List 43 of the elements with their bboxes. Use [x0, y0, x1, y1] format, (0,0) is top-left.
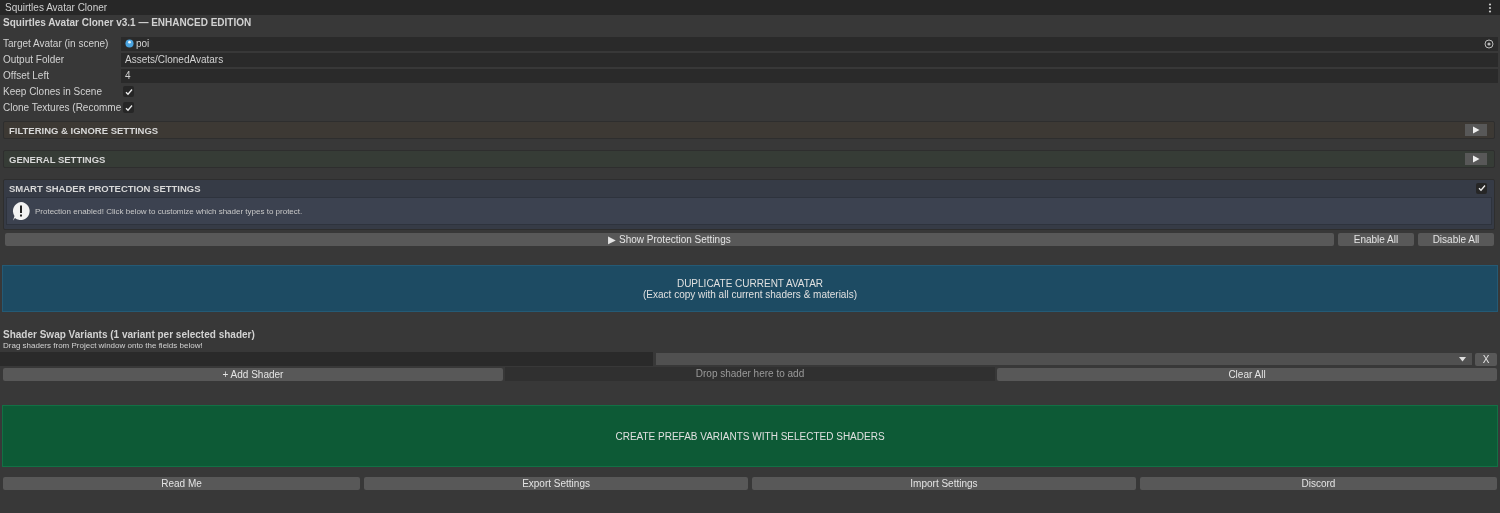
avatar-icon [125, 39, 134, 48]
enable-all-button[interactable]: Enable All [1338, 233, 1414, 246]
field-label: Clone Textures (Recomme [2, 102, 121, 113]
text-field[interactable]: Assets/ClonedAvatars [121, 52, 1498, 67]
checkbox[interactable] [123, 86, 134, 97]
more-menu-icon[interactable] [1488, 2, 1492, 13]
disable-all-button[interactable]: Disable All [1418, 233, 1494, 246]
field-label: Offset Left [2, 70, 50, 81]
footer-button[interactable]: Export Settings [364, 477, 748, 490]
field-label: Keep Clones in Scene [2, 86, 103, 97]
panel-header: Squirtles Avatar Cloner v3.1 — ENHANCED EDITION [2, 16, 253, 30]
field-label: Target Avatar (in scene) [2, 38, 110, 49]
clear-all-button[interactable]: Clear All [997, 367, 1497, 381]
foldout-header[interactable]: FILTERING & IGNORE SETTINGS [3, 121, 1495, 139]
foldout-header[interactable]: GENERAL SETTINGS [3, 150, 1495, 168]
object-picker-icon[interactable] [1484, 38, 1494, 49]
play-icon [1472, 126, 1480, 134]
window-title: Squirtles Avatar Cloner [5, 2, 108, 13]
object-field[interactable]: poi [121, 36, 1498, 51]
message-text: Protection enabled! Click below to customize which shader types to protect. [35, 206, 303, 216]
play-icon [1472, 155, 1480, 163]
dropdown-arrow-icon [1459, 356, 1466, 362]
checkbox[interactable] [123, 102, 134, 113]
section-title: GENERAL SETTINGS [9, 153, 106, 165]
footer-button[interactable]: Discord [1139, 477, 1497, 490]
footer-button[interactable]: Import Settings [752, 477, 1136, 490]
section-title: FILTERING & IGNORE SETTINGS [9, 124, 159, 136]
section-title: Shader Swap Variants (1 variant per selected shader) [3, 329, 256, 341]
add-shader-button[interactable]: + Add Shader [3, 367, 503, 381]
footer-button[interactable]: Read Me [3, 477, 361, 490]
text-field[interactable]: 4 [121, 68, 1498, 83]
create-variants-button[interactable]: CREATE PREFAB VARIANTS WITH SELECTED SHADERS [2, 405, 1498, 467]
checkbox[interactable] [1476, 182, 1487, 194]
remove-button[interactable]: X [1475, 352, 1497, 366]
drop-zone[interactable]: Drop shader here to add [505, 367, 995, 381]
section-title: SMART SHADER PROTECTION SETTINGS [9, 182, 201, 194]
expand-button[interactable] [1465, 153, 1487, 165]
duplicate-avatar-button[interactable]: DUPLICATE CURRENT AVATAR (Exact copy with all current shaders & materials) [2, 265, 1498, 312]
field-label: Output Folder [2, 54, 66, 65]
expand-button[interactable] [1465, 124, 1487, 136]
warning-icon [11, 201, 31, 221]
show-settings-button[interactable]: ▶ Show Protection Settings [5, 233, 1334, 246]
hint-text: Drag shaders from Project window onto the fields below! [3, 341, 204, 351]
